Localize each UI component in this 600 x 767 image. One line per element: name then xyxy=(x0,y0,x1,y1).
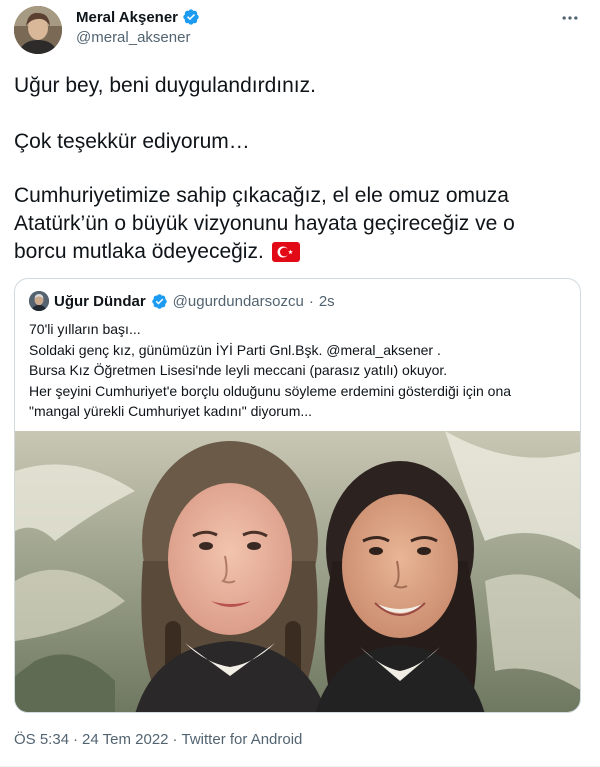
turkey-flag-icon xyxy=(271,242,300,262)
tweet-text-line-4: Atatürk’ün o büyük vizyonunu hayata geçi… xyxy=(14,212,515,235)
author-name-text: Meral Akşener xyxy=(76,8,178,26)
tweet-text-line-3: Cumhuriyetimize sahip çıkacağız, el ele … xyxy=(14,184,509,207)
quoted-author-avatar[interactable] xyxy=(29,291,49,311)
quoted-author-handle[interactable]: @ugurdundarsozcu xyxy=(173,293,304,310)
quoted-text-line-2: Soldaki genç kız, günümüzün İYİ Parti Gn… xyxy=(29,341,441,358)
quoted-text-line-4: Her şeyini Cumhuriyet'e borçlu olduğunu … xyxy=(29,382,512,399)
tweet-text-line-5: borcu mutlaka ödeyeceğiz. xyxy=(14,238,584,266)
tweet-source-link[interactable]: Twitter for Android xyxy=(182,731,303,748)
quoted-author-name[interactable]: Uğur Dündar xyxy=(54,293,146,310)
tweet-time[interactable]: ÖS 5:34 xyxy=(14,731,69,748)
quoted-verified-badge-icon xyxy=(151,293,167,309)
author-handle[interactable]: @meral_aksener xyxy=(76,29,190,46)
tweet-date[interactable]: 24 Tem 2022 xyxy=(82,731,168,748)
verified-badge-icon xyxy=(183,9,199,25)
meta-separator-2: · xyxy=(172,731,178,748)
quoted-text-line-3: Bursa Kız Öğretmen Lisesi'nde leyli mecc… xyxy=(29,362,448,378)
tweet-text-line-5-text: borcu mutlaka ödeyeceğiz. xyxy=(14,240,264,263)
quoted-tweet-card[interactable]: Uğur Dündar @ugurdundarsozcu · 2s 70'li … xyxy=(14,278,581,713)
author-avatar[interactable] xyxy=(14,6,62,54)
quoted-tweet-photo[interactable] xyxy=(15,431,581,713)
quoted-text-line-5: "mangal yürekli Cumhuriyet kadını" diyor… xyxy=(29,403,313,419)
quoted-tweet-text: 70'li yılların başı... Soldaki genç kız,… xyxy=(29,319,569,422)
quoted-text-line-1: 70'li yılların başı... xyxy=(29,321,141,337)
quoted-tweet-header: Uğur Dündar @ugurdundarsozcu · 2s xyxy=(29,291,335,311)
meta-separator: · xyxy=(73,731,79,748)
tweet: Meral Akşener @meral_aksener Uğur bey, b… xyxy=(0,0,600,767)
tweet-text-line-2: Çok teşekkür ediyorum… xyxy=(14,130,250,153)
more-options-icon[interactable] xyxy=(558,6,582,30)
author-name[interactable]: Meral Akşener xyxy=(76,8,200,26)
quoted-separator: · xyxy=(308,292,314,310)
quoted-timestamp[interactable]: 2s xyxy=(319,293,335,310)
tweet-meta: ÖS 5:34 · 24 Tem 2022 · Twitter for Andr… xyxy=(14,731,302,748)
tweet-text-line-1: Uğur bey, beni duygulandırdınız. xyxy=(14,74,316,97)
